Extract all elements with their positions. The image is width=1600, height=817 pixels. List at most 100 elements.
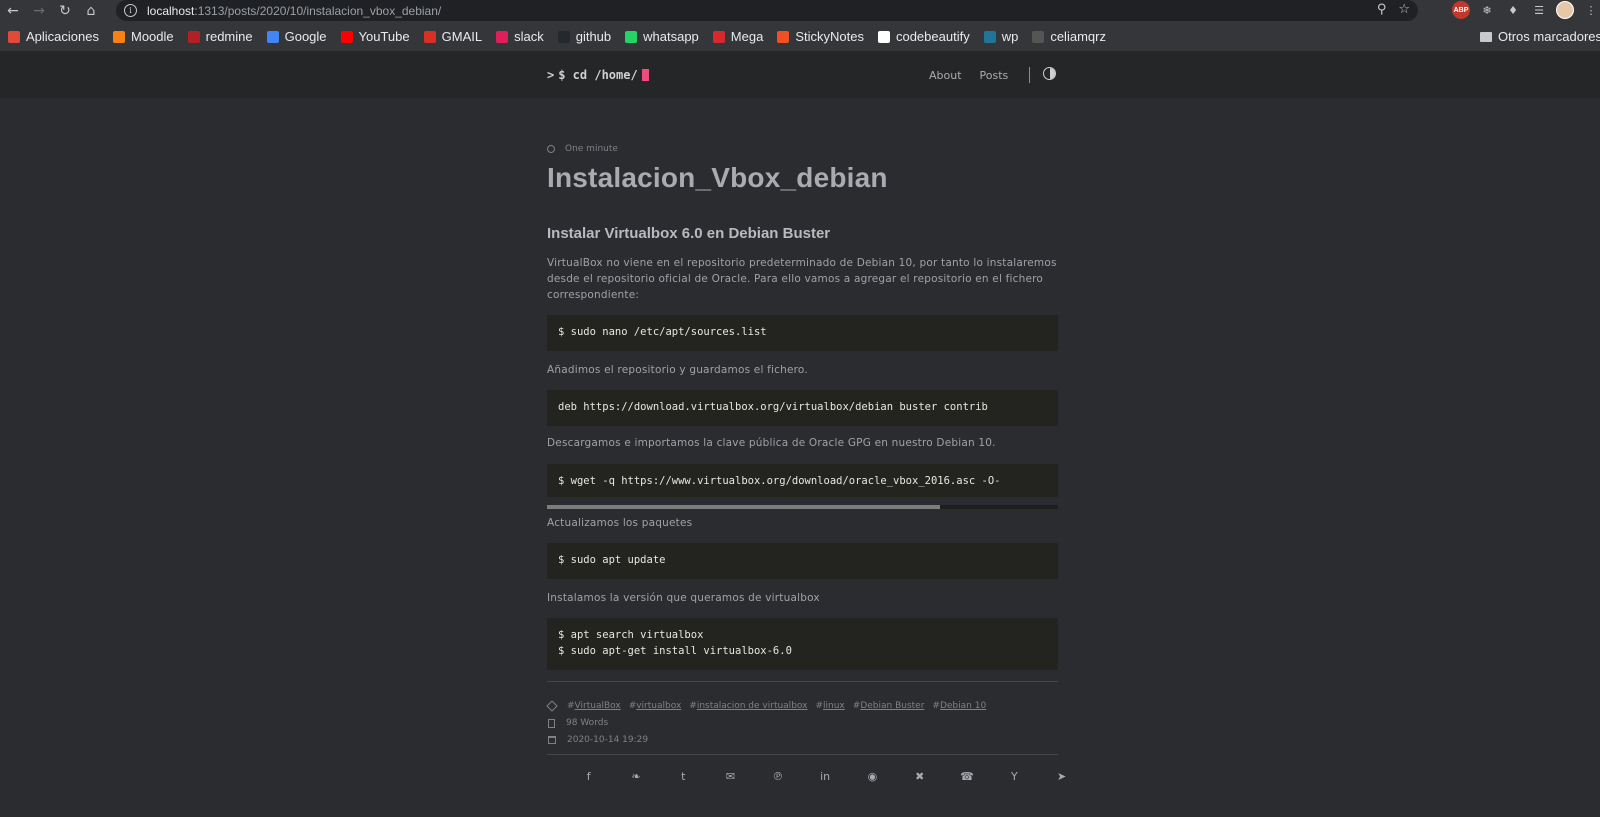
- code-block-2: deb https://download.virtualbox.org/virt…: [547, 390, 1058, 426]
- logo-text: $ cd /home/: [558, 68, 638, 82]
- redmine-icon: [187, 30, 200, 43]
- paragraph-3: Descargamos e importamos la clave públic…: [547, 437, 996, 449]
- tag-label: instalacion de virtualbox: [696, 701, 808, 711]
- puzzle-extensions-icon[interactable]: ♦: [1504, 1, 1522, 19]
- email-icon[interactable]: ✉: [707, 770, 754, 783]
- bookmark-label: Aplicaciones: [26, 29, 99, 44]
- other-bookmarks-label: Otros marcadores: [1498, 29, 1600, 44]
- theme-toggle-icon[interactable]: [1043, 67, 1056, 80]
- wordpress-icon: [983, 30, 996, 43]
- folder-icon: [1480, 31, 1492, 42]
- scrollbar-thumb[interactable]: [547, 505, 941, 509]
- profile-icon: [1032, 30, 1045, 43]
- tag-icon: [546, 700, 558, 712]
- bookmark-celiamqrz[interactable]: celiamqrz: [1032, 29, 1106, 44]
- bookmark-aplicaciones[interactable]: Aplicaciones: [8, 29, 99, 44]
- twitter-icon[interactable]: ❧: [612, 770, 659, 783]
- tag-link[interactable]: #Debian 10: [932, 701, 986, 711]
- other-bookmarks[interactable]: Otros marcadores: [1480, 22, 1600, 51]
- github-icon: [557, 30, 570, 43]
- tag-link[interactable]: #VirtualBox: [567, 701, 621, 711]
- nav-about-link[interactable]: About: [929, 69, 962, 82]
- linkedin-icon[interactable]: in: [801, 770, 848, 783]
- bookmark-label: Google: [284, 29, 327, 44]
- bookmark-label: github: [575, 29, 612, 44]
- code-block-3: $ wget -q https://www.virtualbox.org/dow…: [547, 464, 1058, 497]
- bookmark-label: wp: [1001, 29, 1019, 44]
- post-title: Instalacion_Vbox_debian: [547, 162, 888, 193]
- tag-link[interactable]: #linux: [815, 701, 844, 711]
- facebook-icon[interactable]: f: [565, 770, 612, 783]
- whatsapp-icon: [625, 30, 638, 43]
- reading-time-text: One minute: [565, 144, 618, 154]
- tumblr-icon[interactable]: t: [660, 770, 707, 783]
- bookmark-label: redmine: [205, 29, 253, 44]
- forward-arrow-icon[interactable]: →: [26, 0, 52, 22]
- url-host: localhost: [147, 3, 195, 18]
- post-date-text: 2020-10-14 19:29: [567, 735, 649, 745]
- logo-cursor: [641, 69, 649, 81]
- telegram-icon[interactable]: ➤: [1038, 770, 1085, 783]
- bookmark-label: celiamqrz: [1050, 29, 1106, 44]
- home-icon[interactable]: ⌂: [78, 0, 104, 22]
- bookmark-moodle[interactable]: Moodle: [113, 29, 174, 44]
- adblock-icon[interactable]: ABP: [1452, 1, 1470, 19]
- moodle-icon: [113, 30, 125, 43]
- site-info-icon[interactable]: i: [124, 4, 137, 17]
- xing-icon[interactable]: ✖: [896, 770, 943, 783]
- codebeautify-icon: [877, 30, 890, 43]
- reading-list-icon[interactable]: ☰: [1530, 1, 1548, 19]
- code-block-5: $ apt search virtualbox $ sudo apt-get i…: [547, 618, 1058, 670]
- paragraph-5: Instalamos la versión que queramos de vi…: [547, 592, 820, 604]
- tag-label: VirtualBox: [574, 701, 621, 711]
- paragraph-1: VirtualBox no viene en el repositorio pr…: [547, 257, 1057, 301]
- reddit-icon[interactable]: ◉: [849, 770, 896, 783]
- bookmark-label: Mega: [730, 29, 764, 44]
- whatsapp-icon[interactable]: ☎: [943, 770, 990, 783]
- bookmark-google[interactable]: Google: [266, 29, 327, 44]
- hackernews-icon[interactable]: Y: [991, 770, 1038, 783]
- bookmark-codebeautify[interactable]: codebeautify: [877, 29, 970, 44]
- tag-link[interactable]: #virtualbox: [629, 701, 682, 711]
- bookmark-star-icon[interactable]: ☆: [1398, 2, 1410, 17]
- code-block-3-scrollbar[interactable]: [547, 505, 1058, 509]
- google-icon: [266, 30, 279, 43]
- browser-menu-icon[interactable]: ⋮: [1582, 1, 1600, 19]
- tag-label: Debian 10: [939, 701, 987, 711]
- bookmark-github[interactable]: github: [557, 29, 612, 44]
- bookmark-mega[interactable]: Mega: [712, 29, 764, 44]
- browser-toolbar: ← → ↻ ⌂ i localhost:1313/posts/2020/10/i…: [0, 0, 1600, 22]
- post-subtitle: Instalar Virtualbox 6.0 en Debian Buster: [547, 225, 831, 242]
- pinterest-icon[interactable]: ℗: [754, 770, 801, 783]
- tag-link[interactable]: #Debian Buster: [853, 701, 925, 711]
- paragraph-2: Añadimos el repositorio y guardamos el f…: [547, 364, 808, 376]
- youtube-icon: [340, 30, 353, 43]
- address-bar[interactable]: i localhost:1313/posts/2020/10/instalaci…: [116, 0, 1418, 21]
- zoom-icon[interactable]: ⚲: [1377, 2, 1387, 17]
- stickynotes-icon: [777, 30, 790, 43]
- nav-posts-link[interactable]: Posts: [980, 69, 1009, 82]
- bookmark-youtube[interactable]: YouTube: [340, 29, 410, 44]
- bookmark-label: Moodle: [131, 29, 174, 44]
- reload-icon[interactable]: ↻: [52, 0, 78, 22]
- mega-icon: [712, 30, 725, 43]
- site-header: > $ cd /home/ About Posts: [0, 51, 1600, 98]
- profile-avatar[interactable]: [1556, 1, 1574, 19]
- bookmark-whatsapp[interactable]: whatsapp: [625, 29, 699, 44]
- extension-icon[interactable]: ❄: [1478, 1, 1496, 19]
- bookmark-redmine[interactable]: redmine: [187, 29, 253, 44]
- bookmark-label: YouTube: [358, 29, 410, 44]
- bookmark-gmail[interactable]: GMAIL: [423, 29, 483, 44]
- bookmark-label: codebeautify: [895, 29, 970, 44]
- bookmark-slack[interactable]: slack: [496, 29, 544, 44]
- site-logo[interactable]: > $ cd /home/: [547, 68, 649, 82]
- nav-divider: [1029, 67, 1030, 83]
- bookmark-stickynotes[interactable]: StickyNotes: [777, 29, 864, 44]
- bookmark-wp[interactable]: wp: [983, 29, 1019, 44]
- back-arrow-icon[interactable]: ←: [0, 0, 26, 22]
- tag-label: linux: [823, 701, 845, 711]
- divider-2: [547, 754, 1058, 755]
- bookmark-label: GMAIL: [441, 29, 483, 44]
- tag-link[interactable]: #instalacion de virtualbox: [689, 701, 807, 711]
- bookmark-label: whatsapp: [643, 29, 699, 44]
